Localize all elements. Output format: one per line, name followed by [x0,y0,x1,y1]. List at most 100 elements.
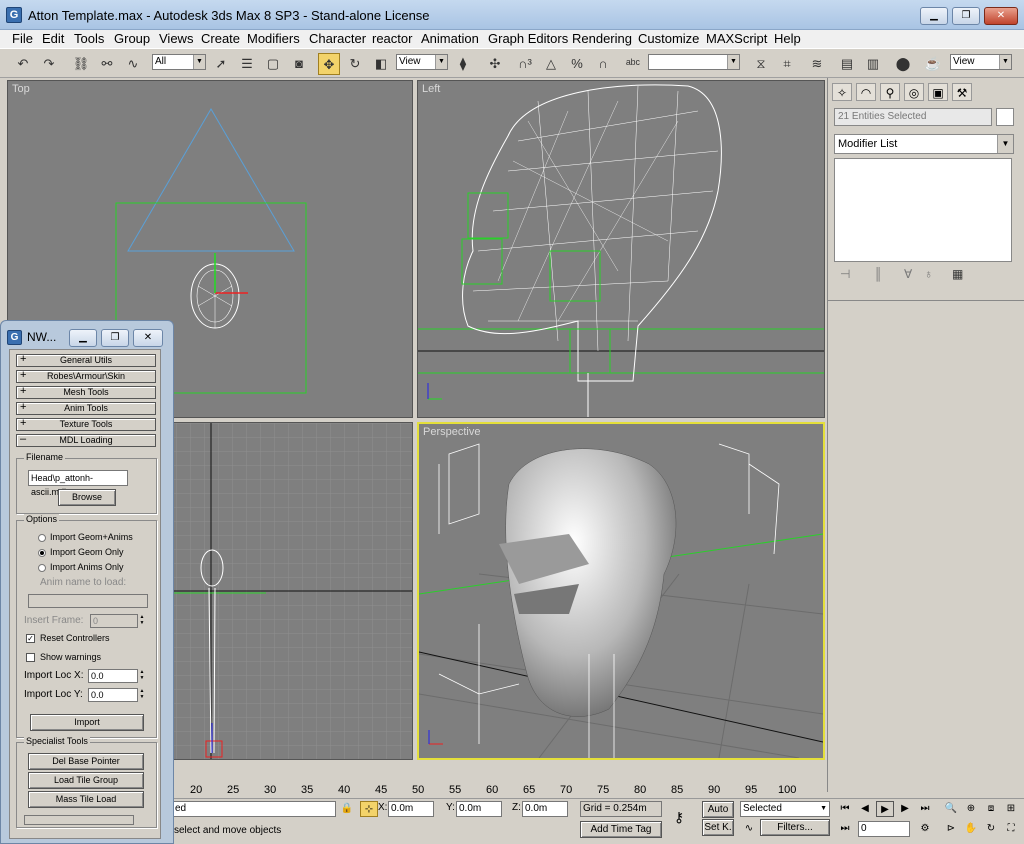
menu-rendering[interactable]: Rendering [572,31,632,46]
spinner-snap-icon[interactable]: ∩ [592,53,614,75]
edit-named-selection-icon[interactable]: ᵃᵇᶜ [622,53,644,75]
dialog-restore-button[interactable]: ❐ [101,329,129,347]
x-coordinate-field[interactable]: 0.0m [388,801,434,817]
menu-customize[interactable]: Customize [638,31,699,46]
mirror-icon[interactable]: ⧖ [750,53,772,75]
mass-tile-load-button[interactable]: Mass Tile Load [28,791,144,808]
go-to-end-icon[interactable]: ⏭ [916,801,934,817]
remove-modifier-icon[interactable]: ♁ [924,267,933,281]
auto-key-button[interactable]: Auto [702,801,734,818]
rollout-anim-tools[interactable]: + Anim Tools [16,402,156,415]
key-mode-toggle-icon[interactable]: ⏭ [836,821,854,837]
pan-icon[interactable]: ✋ [962,821,980,837]
menu-tools[interactable]: Tools [74,31,104,46]
rollout-robes-armour-skin[interactable]: + Robes\Armour\Skin [16,370,156,383]
go-to-start-icon[interactable]: ⏮ [836,801,854,817]
maximize-viewport-icon[interactable]: ⛶ [1002,821,1020,837]
redo-icon[interactable]: ↷ [38,53,60,75]
import-geom-only-radio[interactable] [38,549,46,557]
y-coordinate-field[interactable]: 0.0m [456,801,502,817]
restore-button[interactable]: ❐ [952,7,980,25]
percent-snap-icon[interactable]: % [566,53,588,75]
material-editor-icon[interactable]: ⬤ [892,53,914,75]
import-button[interactable]: Import [30,714,144,731]
selection-name-field[interactable]: 21 Entities Selected [834,108,992,126]
close-button[interactable]: ✕ [984,7,1018,25]
utilities-tab-icon[interactable]: ⚒ [952,83,972,101]
insert-frame-spinner[interactable]: ▲ ▼ [138,614,146,628]
layer-manager-icon[interactable]: ≋ [806,53,828,75]
render-view-select[interactable]: View ▼ [950,54,1012,70]
absolute-mode-icon[interactable]: ⊹ [360,801,378,817]
timeline-ruler[interactable]: 20 25 30 35 40 45 50 55 60 65 70 75 80 8… [172,776,827,798]
snap-toggle-icon[interactable]: ∩³ [514,53,536,75]
display-tab-icon[interactable]: ▣ [928,83,948,101]
curve-editor-icon[interactable]: ▤ [836,53,858,75]
key-filter-select[interactable]: Selected ▼ [740,801,830,817]
selection-filter-select[interactable]: All ▼ [152,54,206,70]
rollout-general-utils[interactable]: + General Utils [16,354,156,367]
named-selection-set-field[interactable]: ▼ [648,54,740,70]
angle-snap-icon[interactable]: △ [540,53,562,75]
menu-file[interactable]: File [12,31,33,46]
menu-maxscript[interactable]: MAXScript [706,31,767,46]
load-tile-group-button[interactable]: Load Tile Group [28,772,144,789]
undo-icon[interactable]: ↶ [12,53,34,75]
pivot-point-icon[interactable]: ⧫ [452,53,474,75]
z-coordinate-field[interactable]: 0.0m [522,801,568,817]
field-of-view-icon[interactable]: ⊳ [942,821,960,837]
reference-coordinate-select[interactable]: View ▼ [396,54,448,70]
select-and-move-icon[interactable]: ✥ [318,53,340,75]
play-icon[interactable]: ▶ [876,801,894,817]
manipulate-icon[interactable]: ✣ [484,53,506,75]
import-geom-anims-radio[interactable] [38,534,46,542]
menu-modifiers[interactable]: Modifiers [247,31,300,46]
browse-button[interactable]: Browse [58,489,116,506]
zoom-extents-icon[interactable]: ⧈ [982,801,1000,817]
insert-frame-input[interactable]: 0 [90,614,138,628]
hierarchy-tab-icon[interactable]: ⚲ [880,83,900,101]
bind-space-warp-icon[interactable]: ∿ [122,53,144,75]
menu-character[interactable]: Character [309,31,366,46]
viewport-perspective[interactable]: Perspective [417,422,825,760]
motion-tab-icon[interactable]: ◎ [904,83,924,101]
modify-tab-icon[interactable]: ◠ [856,83,876,101]
viewport-left[interactable]: Left [417,80,825,418]
menu-group[interactable]: Group [114,31,150,46]
modifier-stack[interactable] [834,158,1012,262]
menu-views[interactable]: Views [159,31,193,46]
show-warnings-checkbox[interactable] [26,653,35,662]
pin-stack-icon[interactable]: ⊣ [840,267,850,281]
key-mode-icon[interactable]: ∿ [740,821,758,837]
zoom-all-icon[interactable]: ⊕ [962,801,980,817]
filename-input[interactable]: Head\p_attonh-ascii.mdl [28,470,128,497]
modifier-list-select[interactable]: Modifier List ▼ [834,134,1014,154]
create-tab-icon[interactable]: ✧ [832,83,852,101]
import-loc-x-input[interactable]: 0.0 [88,669,138,683]
dialog-close-button[interactable]: ✕ [133,329,163,347]
import-loc-y-spinner[interactable]: ▲ ▼ [138,688,146,702]
previous-frame-icon[interactable]: ◀ [856,801,874,817]
align-icon[interactable]: ⌗ [776,53,798,75]
select-and-link-icon[interactable]: ⛓ [70,53,92,75]
zoom-icon[interactable]: 🔍 [942,801,960,817]
configure-modifier-sets-icon[interactable]: ▦ [952,267,963,281]
next-frame-icon[interactable]: ▶ [896,801,914,817]
current-frame-field[interactable]: 0 [858,821,910,837]
menu-reactor[interactable]: reactor [372,31,412,46]
lock-selection-icon[interactable]: 🔒 [338,801,356,817]
key-icon[interactable]: ⚷ [670,809,688,825]
del-base-pointer-button[interactable]: Del Base Pointer [28,753,144,770]
menu-edit[interactable]: Edit [42,31,64,46]
import-anims-only-radio[interactable] [38,564,46,572]
rectangular-selection-icon[interactable]: ▢ [262,53,284,75]
time-configuration-icon[interactable]: ⚙ [916,821,934,837]
dialog-minimize-button[interactable]: ▁ [69,329,97,347]
render-scene-icon[interactable]: ☕ [922,53,944,75]
zoom-extents-all-icon[interactable]: ⊞ [1002,801,1020,817]
menu-animation[interactable]: Animation [421,31,479,46]
import-loc-x-spinner[interactable]: ▲ ▼ [138,669,146,683]
app-icon[interactable]: G [6,7,22,23]
schematic-view-icon[interactable]: ▥ [862,53,884,75]
rollout-mesh-tools[interactable]: + Mesh Tools [16,386,156,399]
